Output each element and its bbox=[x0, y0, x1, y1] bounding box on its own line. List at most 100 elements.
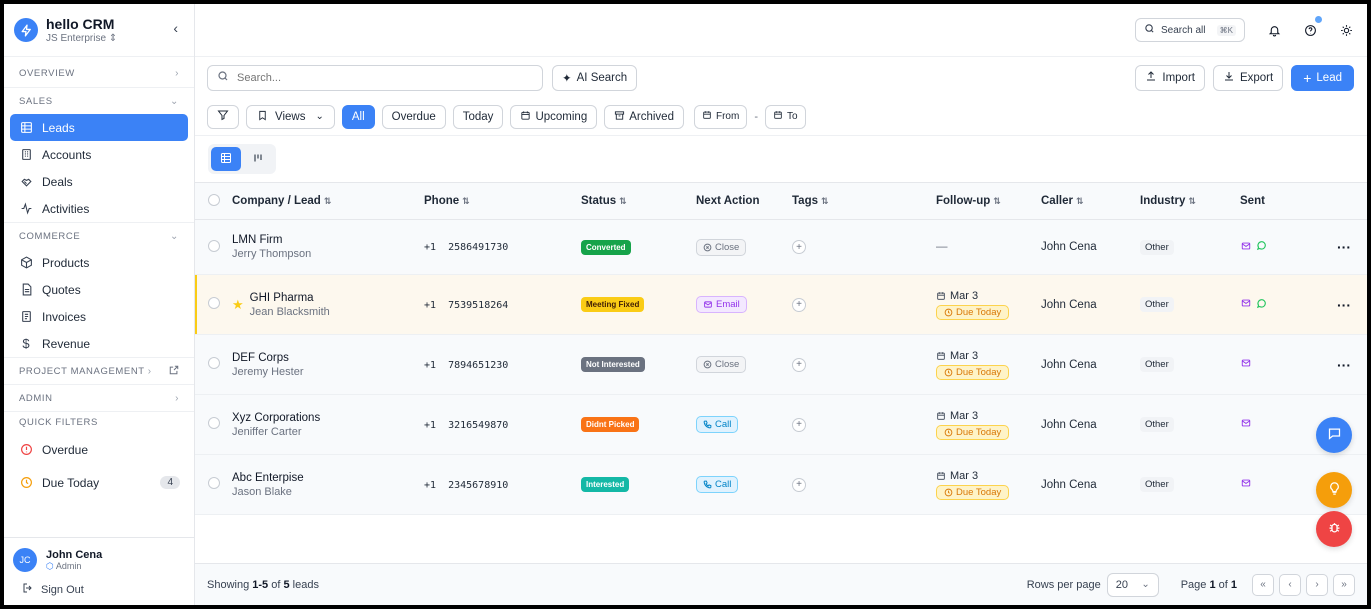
column-header[interactable]: Company / Lead⇅ bbox=[232, 183, 424, 220]
row-more-menu-button[interactable]: ··· bbox=[1337, 239, 1351, 255]
next-action-button[interactable]: Close bbox=[696, 356, 746, 373]
org-switcher[interactable]: JS Enterprise ⇕ bbox=[46, 32, 117, 45]
search-input[interactable] bbox=[237, 72, 517, 84]
row-checkbox[interactable] bbox=[208, 297, 220, 309]
status-badge[interactable]: Meeting Fixed bbox=[581, 297, 644, 312]
add-lead-button[interactable]: + Lead bbox=[1291, 65, 1354, 91]
tab-today[interactable]: Today bbox=[453, 105, 504, 129]
status-badge[interactable]: Converted bbox=[581, 240, 631, 255]
date-from-picker[interactable]: From bbox=[694, 105, 747, 129]
section-admin[interactable]: ADMIN› bbox=[4, 384, 194, 411]
table-view-button[interactable] bbox=[211, 147, 241, 171]
bell-icon[interactable] bbox=[1267, 23, 1281, 37]
phone-number[interactable]: +1 2586491730 bbox=[424, 242, 508, 253]
add-tag-button[interactable]: + bbox=[792, 358, 806, 372]
row-more-menu-button[interactable]: ··· bbox=[1337, 297, 1351, 313]
quick-filter-due-today[interactable]: Due Today 4 bbox=[10, 466, 188, 499]
next-action-button[interactable]: Call bbox=[696, 476, 738, 493]
section-overview[interactable]: OVERVIEW› bbox=[4, 60, 194, 87]
section-sales[interactable]: SALES⌄ bbox=[4, 87, 194, 114]
lead-search-box[interactable] bbox=[207, 65, 543, 91]
row-checkbox[interactable] bbox=[208, 477, 220, 489]
company-name[interactable]: LMN Firm bbox=[232, 234, 311, 246]
company-name[interactable]: Abc Enterpise bbox=[232, 472, 304, 484]
row-checkbox[interactable] bbox=[208, 417, 220, 429]
row-checkbox[interactable] bbox=[208, 357, 220, 369]
table-row[interactable]: ★ GHI Pharma Jean Blacksmith +1 75395182… bbox=[195, 275, 1367, 335]
last-page-button[interactable]: » bbox=[1333, 574, 1355, 596]
sidebar-item-leads[interactable]: Leads bbox=[10, 114, 188, 141]
chat-fab[interactable] bbox=[1316, 417, 1352, 453]
phone-number[interactable]: +1 3216549870 bbox=[424, 420, 508, 431]
quick-filter-overdue[interactable]: Overdue bbox=[10, 433, 188, 466]
add-tag-button[interactable]: + bbox=[792, 298, 806, 312]
ai-search-button[interactable]: ✦ AI Search bbox=[552, 65, 637, 91]
collapse-sidebar-button[interactable]: ‹ bbox=[173, 20, 178, 36]
help-icon[interactable] bbox=[1303, 23, 1317, 37]
status-badge[interactable]: Didnt Picked bbox=[581, 417, 639, 432]
sidebar-item-accounts[interactable]: Accounts bbox=[10, 141, 188, 168]
table-row[interactable]: DEF Corps Jeremy Hester +1 7894651230 No… bbox=[195, 335, 1367, 395]
row-more-menu-button[interactable]: ··· bbox=[1337, 357, 1351, 373]
kanban-view-button[interactable] bbox=[243, 147, 273, 171]
global-search-button[interactable]: Search all ⌘K bbox=[1135, 18, 1245, 42]
table-row[interactable]: LMN Firm Jerry Thompson +1 2586491730 Co… bbox=[195, 220, 1367, 275]
add-tag-button[interactable]: + bbox=[792, 478, 806, 492]
phone-number[interactable]: +1 7894651230 bbox=[424, 360, 508, 371]
column-header[interactable]: Tags⇅ bbox=[792, 183, 936, 220]
idea-fab[interactable] bbox=[1316, 472, 1352, 508]
phone-number[interactable]: +1 7539518264 bbox=[424, 300, 508, 311]
sidebar-item-activities[interactable]: Activities bbox=[10, 195, 188, 222]
next-action-button[interactable]: Close bbox=[696, 239, 746, 256]
sun-icon[interactable] bbox=[1339, 23, 1353, 37]
select-all-checkbox[interactable] bbox=[208, 194, 220, 206]
status-badge[interactable]: Interested bbox=[581, 477, 629, 492]
section-project-management[interactable]: PROJECT MANAGEMENT › bbox=[4, 357, 194, 384]
import-button[interactable]: Import bbox=[1135, 65, 1205, 91]
column-header[interactable]: Phone⇅ bbox=[424, 183, 581, 220]
sidebar-item-deals[interactable]: Deals bbox=[10, 168, 188, 195]
sidebar-item-products[interactable]: Products bbox=[10, 249, 188, 276]
tab-archived[interactable]: Archived bbox=[604, 105, 684, 129]
views-dropdown[interactable]: Views ⌄ bbox=[246, 105, 335, 129]
sidebar-item-quotes[interactable]: Quotes bbox=[10, 276, 188, 303]
next-action-button[interactable]: Email bbox=[696, 296, 747, 313]
add-tag-button[interactable]: + bbox=[792, 240, 806, 254]
followup-date[interactable]: Mar 3 bbox=[936, 350, 1041, 362]
table-row[interactable]: Abc Enterpise Jason Blake +1 2345678910 … bbox=[195, 455, 1367, 515]
column-header[interactable]: Caller⇅ bbox=[1041, 183, 1140, 220]
status-badge[interactable]: Not Interested bbox=[581, 357, 645, 372]
export-button[interactable]: Export bbox=[1213, 65, 1283, 91]
sign-out-button[interactable]: Sign Out bbox=[13, 582, 185, 597]
followup-date[interactable]: Mar 3 bbox=[936, 290, 1041, 302]
prev-page-button[interactable]: ‹ bbox=[1279, 574, 1301, 596]
date-to-picker[interactable]: To bbox=[765, 105, 806, 129]
tab-overdue[interactable]: Overdue bbox=[382, 105, 446, 129]
column-header[interactable]: Industry⇅ bbox=[1140, 183, 1240, 220]
tab-upcoming[interactable]: Upcoming bbox=[510, 105, 597, 129]
tab-all[interactable]: All bbox=[342, 105, 375, 129]
external-link-icon[interactable] bbox=[169, 365, 179, 378]
column-header[interactable]: Follow-up⇅ bbox=[936, 183, 1041, 220]
add-tag-button[interactable]: + bbox=[792, 418, 806, 432]
company-name[interactable]: DEF Corps bbox=[232, 352, 304, 364]
next-page-button[interactable]: › bbox=[1306, 574, 1328, 596]
rows-per-page-select[interactable]: 20 ⌄ bbox=[1107, 573, 1159, 597]
followup-date[interactable]: Mar 3 bbox=[936, 470, 1041, 482]
table-row[interactable]: Xyz Corporations Jeniffer Carter +1 3216… bbox=[195, 395, 1367, 455]
next-action-button[interactable]: Call bbox=[696, 416, 738, 433]
company-name[interactable]: Xyz Corporations bbox=[232, 412, 320, 424]
phone-number[interactable]: +1 2345678910 bbox=[424, 480, 508, 491]
filter-button[interactable] bbox=[207, 105, 239, 129]
bug-report-fab[interactable] bbox=[1316, 511, 1352, 547]
user-profile[interactable]: JC John Cena ⬡ Admin bbox=[13, 548, 185, 572]
star-icon[interactable]: ★ bbox=[232, 297, 244, 313]
first-page-button[interactable]: « bbox=[1252, 574, 1274, 596]
column-header[interactable]: Status⇅ bbox=[581, 183, 696, 220]
row-checkbox[interactable] bbox=[208, 240, 220, 252]
sidebar-item-invoices[interactable]: Invoices bbox=[10, 303, 188, 330]
section-commerce[interactable]: COMMERCE⌄ bbox=[4, 222, 194, 249]
followup-date[interactable]: Mar 3 bbox=[936, 410, 1041, 422]
company-name[interactable]: GHI Pharma bbox=[250, 292, 330, 304]
sidebar-item-revenue[interactable]: $ Revenue bbox=[10, 330, 188, 357]
